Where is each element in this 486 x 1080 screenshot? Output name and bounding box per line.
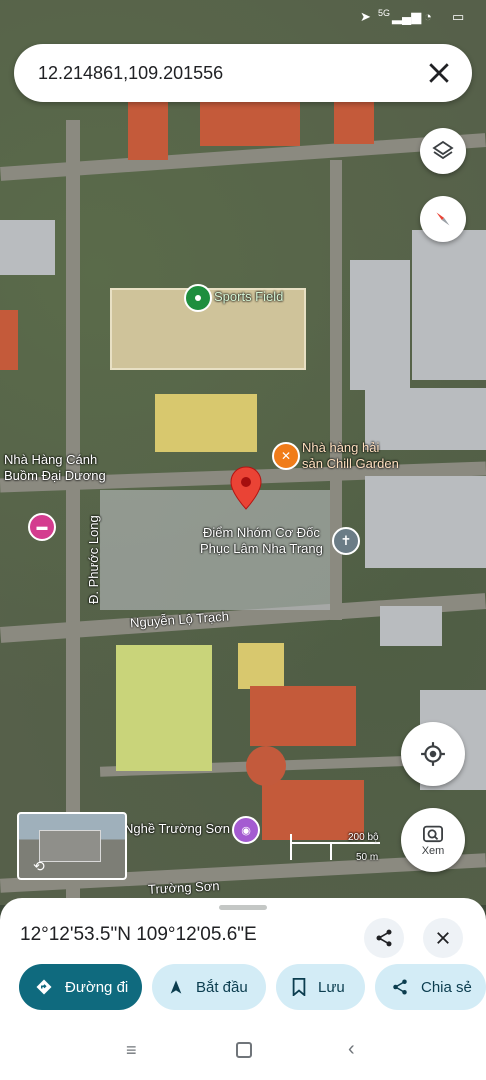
close-icon [437, 932, 449, 944]
system-nav-bar: ≡ ‹ [0, 1030, 486, 1080]
search-input[interactable]: 12.214861,109.201556 [38, 63, 223, 84]
restaurant-pin-icon[interactable]: ✕ [272, 442, 300, 470]
church-pin-icon[interactable]: ✝ [332, 527, 360, 555]
network-label: 5G [378, 8, 391, 18]
share-icon [376, 929, 392, 947]
chill-garden-label[interactable]: Nhà hàng hải sản Chill Garden [302, 440, 399, 472]
home-icon[interactable] [236, 1042, 252, 1058]
lens-button[interactable]: Xem [401, 808, 465, 872]
sports-field-label[interactable]: Sports Field [214, 289, 283, 305]
dropped-pin-icon[interactable] [230, 466, 262, 515]
street-view-thumbnail[interactable]: ⟲ [17, 812, 127, 880]
sheet-handle[interactable] [219, 905, 267, 910]
navigation-arrow-icon [170, 980, 182, 994]
bookmark-icon [292, 978, 306, 996]
canh-buom-label[interactable]: Nhà Hàng Cánh Buồm Đại Dương [4, 452, 106, 484]
camera-pin-icon[interactable]: ◉ [232, 816, 260, 844]
nghe-truong-son-label[interactable]: Nghề Trường Sơn [124, 821, 230, 837]
directions-label: Đường đi [65, 978, 129, 996]
coordinates-title: 12°12'53.5"N 109°12'05.6"E [20, 924, 257, 945]
start-button[interactable]: Bắt đầu [152, 964, 266, 1010]
close-icon [429, 63, 449, 83]
location-icon: ➤ [360, 9, 371, 24]
scale-bar: 200 bộ 50 m [290, 832, 384, 864]
my-location-button[interactable] [401, 722, 465, 786]
clear-search-button[interactable] [424, 58, 454, 88]
scale-top-label: 200 bộ [348, 832, 379, 843]
signal-icon: ▂▄▆ [392, 9, 422, 24]
status-bar: ➤ 5G ▂▄▆ ◔ ▭ [0, 0, 486, 32]
share-small-button[interactable] [364, 918, 404, 958]
layers-icon [432, 140, 454, 160]
camera-search-icon [423, 825, 443, 843]
save-button[interactable]: Lưu [276, 964, 365, 1010]
street-view-icon: ⟲ [33, 858, 45, 874]
start-label: Bắt đầu [196, 978, 248, 996]
scale-bottom-label: 50 m [356, 852, 379, 863]
close-sheet-button[interactable] [423, 918, 463, 958]
recents-icon[interactable]: ≡ [126, 1040, 137, 1061]
layers-button[interactable] [420, 128, 466, 174]
lens-label: Xem [421, 845, 445, 857]
church-label[interactable]: Điểm Nhóm Cơ Đốc Phục Lâm Nha Trang [200, 525, 323, 557]
crosshair-icon [421, 742, 445, 766]
search-bar[interactable]: 12.214861,109.201556 [14, 44, 472, 102]
share-icon [393, 979, 407, 995]
share-button[interactable]: Chia sẻ [375, 964, 486, 1010]
compass-icon [436, 212, 450, 226]
back-icon[interactable]: ‹ [348, 1038, 355, 1061]
directions-button[interactable]: Đường đi [19, 964, 142, 1010]
compass-button[interactable] [420, 196, 466, 242]
hotel-pin-icon[interactable]: ▬ [28, 513, 56, 541]
wifi-icon: ◔ [424, 9, 432, 24]
directions-icon [36, 979, 52, 995]
share-label: Chia sẻ [421, 978, 472, 996]
park-pin-icon[interactable] [184, 284, 212, 312]
street-phuoc-long: Đ. Phước Long [86, 515, 101, 604]
save-label: Lưu [318, 978, 345, 996]
battery-icon: ▭ [452, 9, 465, 24]
